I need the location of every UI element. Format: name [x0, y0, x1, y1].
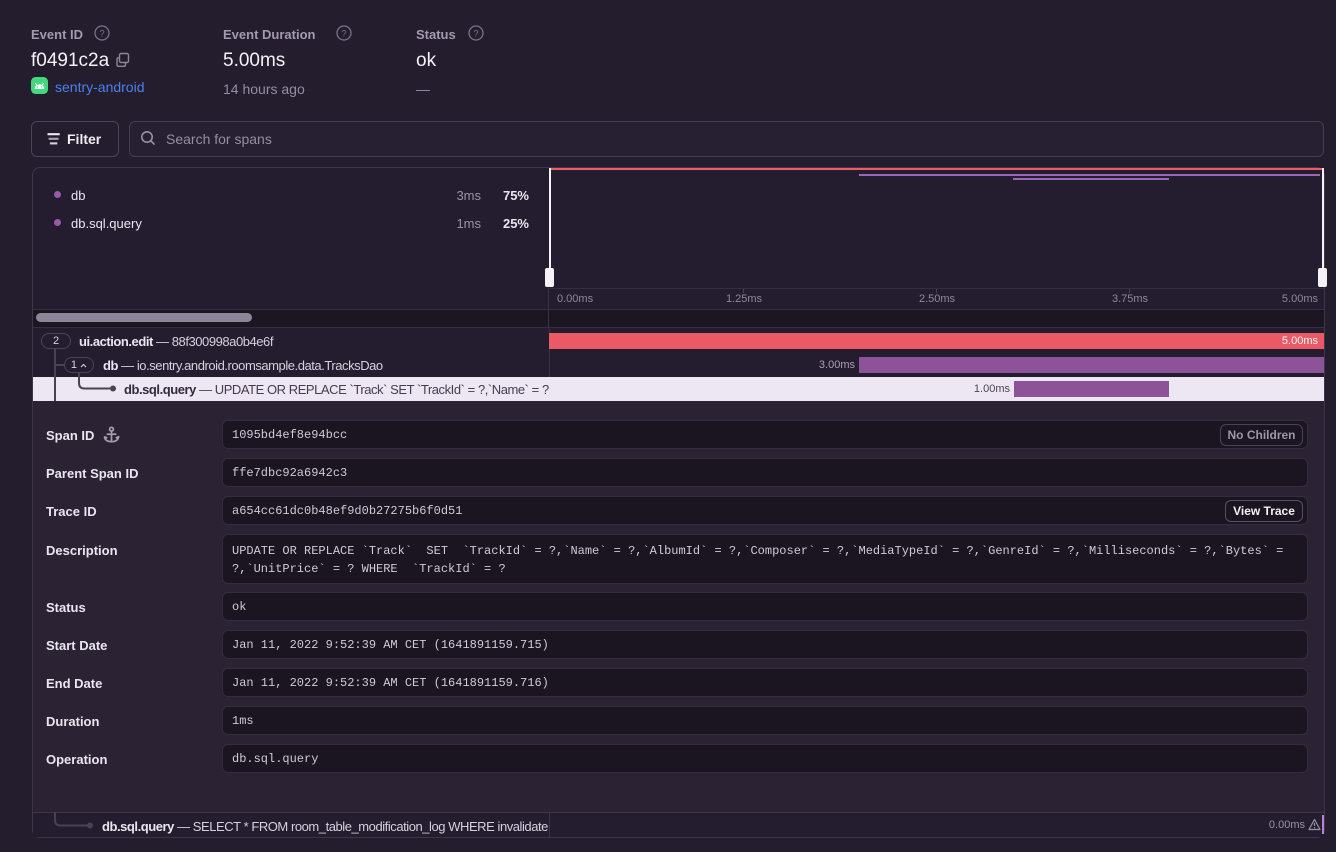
svg-text:?: ? — [341, 29, 346, 40]
svg-text:?: ? — [473, 29, 478, 40]
svg-text:?: ? — [99, 29, 104, 40]
